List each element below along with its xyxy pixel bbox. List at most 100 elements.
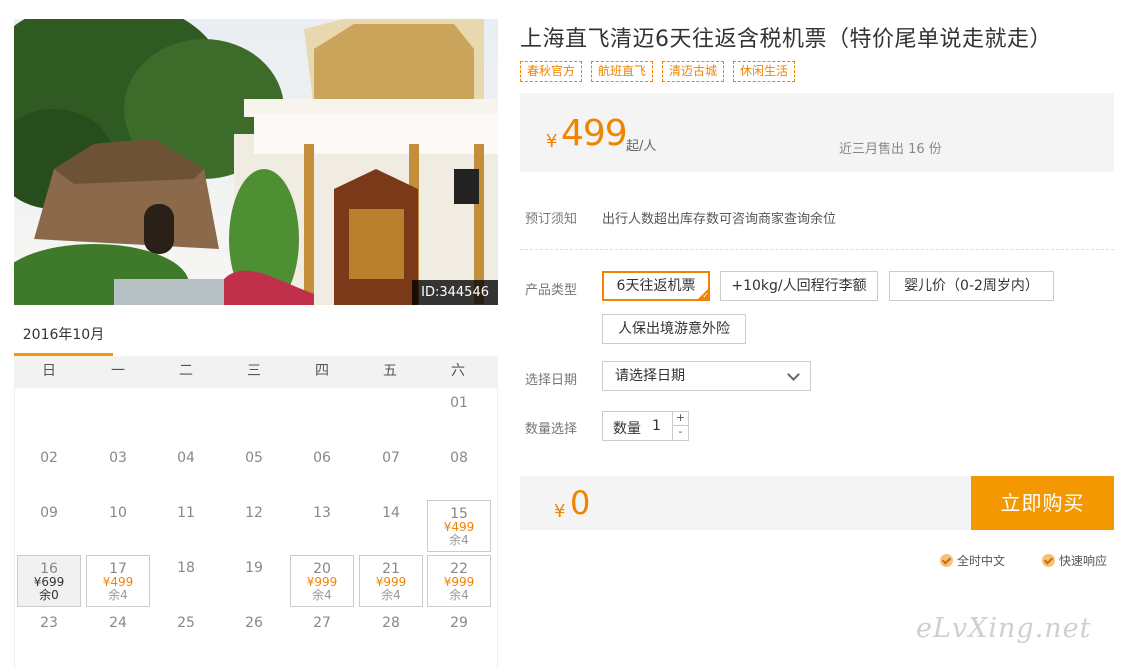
tag-item[interactable]: 航班直飞 xyxy=(591,61,654,82)
calendar-day[interactable]: 19 xyxy=(222,555,286,607)
calendar-day-stock: 余4 xyxy=(312,588,332,602)
calendar-day-number: 22 xyxy=(450,561,468,577)
option-6day-roundtrip[interactable]: 6天往返机票 ✓ xyxy=(602,271,710,301)
service-badge: 快速响应 xyxy=(1042,552,1107,569)
calendar-day-stock: 余0 xyxy=(39,588,59,602)
calendar-day[interactable]: 14 xyxy=(359,500,423,552)
option-baggage[interactable]: +10kg/人回程行李额 xyxy=(720,271,878,301)
calendar-day[interactable]: 17 ¥499 余4 xyxy=(86,555,150,607)
notice-text: 出行人数超出库存数可咨询商家查询余位 xyxy=(602,212,837,227)
calendar-day-stock: 余4 xyxy=(449,533,469,547)
product-type-label: 产品类型 xyxy=(525,283,578,298)
calendar-day[interactable]: 20 ¥999 余4 xyxy=(290,555,354,607)
calendar-day[interactable]: 23 xyxy=(17,610,81,662)
sold-count: 近三月售出 16 份 xyxy=(839,142,942,157)
calendar-day-number: 08 xyxy=(450,450,468,466)
option-label: 婴儿价（0-2周岁内） xyxy=(904,278,1039,294)
service-label: 全时中文 xyxy=(957,554,1006,568)
calendar-day[interactable]: 26 xyxy=(222,610,286,662)
temple-photo xyxy=(14,19,498,305)
price-value: 499 xyxy=(561,113,628,154)
calendar-day[interactable]: 01 xyxy=(427,390,491,442)
tag-item[interactable]: 春秋官方 xyxy=(520,61,583,82)
service-badge: 全时中文 xyxy=(940,552,1005,569)
quantity-field-label: 数量 xyxy=(613,421,641,437)
calendar-day[interactable]: 02 xyxy=(17,445,81,497)
notice-label: 预订须知 xyxy=(525,212,578,227)
price-unit: 起/人 xyxy=(626,139,657,154)
date-select-placeholder: 请选择日期 xyxy=(615,368,685,384)
calendar-day-number: 19 xyxy=(245,560,263,576)
option-label: +10kg/人回程行李额 xyxy=(731,278,867,294)
watermark-text: eLvXing.net xyxy=(916,613,1092,644)
quantity-minus-button[interactable]: - xyxy=(673,426,688,440)
option-label: 6天往返机票 xyxy=(616,278,696,294)
calendar-day[interactable]: 08 xyxy=(427,445,491,497)
calendar-day-number: 12 xyxy=(245,505,263,521)
weekday-sun: 日 xyxy=(42,363,56,379)
tag-item[interactable]: 清迈古城 xyxy=(662,61,725,82)
calendar-day[interactable]: 18 xyxy=(154,555,218,607)
weekday-mon: 一 xyxy=(111,363,125,379)
calendar-day[interactable]: 10 xyxy=(86,500,150,552)
date-select-label: 选择日期 xyxy=(525,373,578,388)
calendar-day[interactable]: 28 xyxy=(359,610,423,662)
calendar-day[interactable]: 15 ¥499 余4 xyxy=(427,500,491,552)
weekday-tue: 二 xyxy=(179,363,193,379)
calendar-day-number: 23 xyxy=(40,615,58,631)
calendar-day-number: 07 xyxy=(382,450,400,466)
quantity-plus-button[interactable]: + xyxy=(673,412,688,426)
calendar-day-number: 16 xyxy=(40,561,58,577)
total-value: 0 xyxy=(570,484,591,522)
calendar-day-number: 21 xyxy=(382,561,400,577)
weekday-sat: 六 xyxy=(451,363,465,379)
weekday-fri: 五 xyxy=(383,363,397,379)
calendar-day-number: 29 xyxy=(450,615,468,631)
calendar-day-number: 24 xyxy=(109,615,127,631)
service-label: 快速响应 xyxy=(1059,554,1108,568)
option-infant[interactable]: 婴儿价（0-2周岁内） xyxy=(889,271,1054,301)
date-select-dropdown[interactable]: 请选择日期 xyxy=(602,361,811,391)
calendar-day-stock: 余4 xyxy=(108,588,128,602)
calendar-day[interactable]: 16 ¥699 余0 xyxy=(17,555,81,607)
calendar-day[interactable]: 22 ¥999 余4 xyxy=(427,555,491,607)
calendar-day-number: 17 xyxy=(109,561,127,577)
calendar-day[interactable]: 21 ¥999 余4 xyxy=(359,555,423,607)
calendar-day-number: 02 xyxy=(40,450,58,466)
calendar-day[interactable]: 25 xyxy=(154,610,218,662)
total-price-bar: ¥ 0 xyxy=(520,476,971,530)
quantity-label: 数量选择 xyxy=(525,422,578,437)
calendar-day-number: 10 xyxy=(109,505,127,521)
buy-now-button[interactable]: 立即购买 xyxy=(971,476,1114,530)
calendar-day[interactable]: 04 xyxy=(154,445,218,497)
calendar-day[interactable]: 29 xyxy=(427,610,491,662)
option-insurance[interactable]: 人保出境游意外险 xyxy=(602,314,746,344)
calendar-day-number: 05 xyxy=(245,450,263,466)
calendar-month-bar: 2016年10月 xyxy=(14,318,498,356)
calendar-day[interactable]: 11 xyxy=(154,500,218,552)
calendar-day[interactable]: 07 xyxy=(359,445,423,497)
quantity-input[interactable]: 1 xyxy=(652,418,661,434)
check-circle-icon xyxy=(940,554,953,567)
product-photo[interactable]: ID:344546 xyxy=(14,19,498,305)
product-tags: 春秋官方 航班直飞 清迈古城 休闲生活 xyxy=(520,61,796,82)
calendar-day-number: 15 xyxy=(450,506,468,522)
calendar-day[interactable]: 09 xyxy=(17,500,81,552)
calendar-day-number: 28 xyxy=(382,615,400,631)
product-title: 上海直飞清迈6天往返含税机票（特价尾单说走就走） xyxy=(520,27,1052,52)
divider xyxy=(520,249,1114,250)
calendar-day[interactable]: 06 xyxy=(290,445,354,497)
weekday-wed: 三 xyxy=(247,363,261,379)
calendar-month-tab[interactable]: 2016年10月 xyxy=(14,318,113,356)
price-currency: ¥ xyxy=(546,131,558,152)
calendar-day[interactable]: 27 xyxy=(290,610,354,662)
calendar-day[interactable]: 05 xyxy=(222,445,286,497)
calendar-day[interactable]: 03 xyxy=(86,445,150,497)
total-currency: ¥ xyxy=(554,501,566,522)
tag-item[interactable]: 休闲生活 xyxy=(733,61,796,82)
calendar-day-number: 03 xyxy=(109,450,127,466)
calendar-day[interactable]: 12 xyxy=(222,500,286,552)
calendar-day[interactable]: 13 xyxy=(290,500,354,552)
weekday-thu: 四 xyxy=(315,363,329,379)
calendar-day[interactable]: 24 xyxy=(86,610,150,662)
